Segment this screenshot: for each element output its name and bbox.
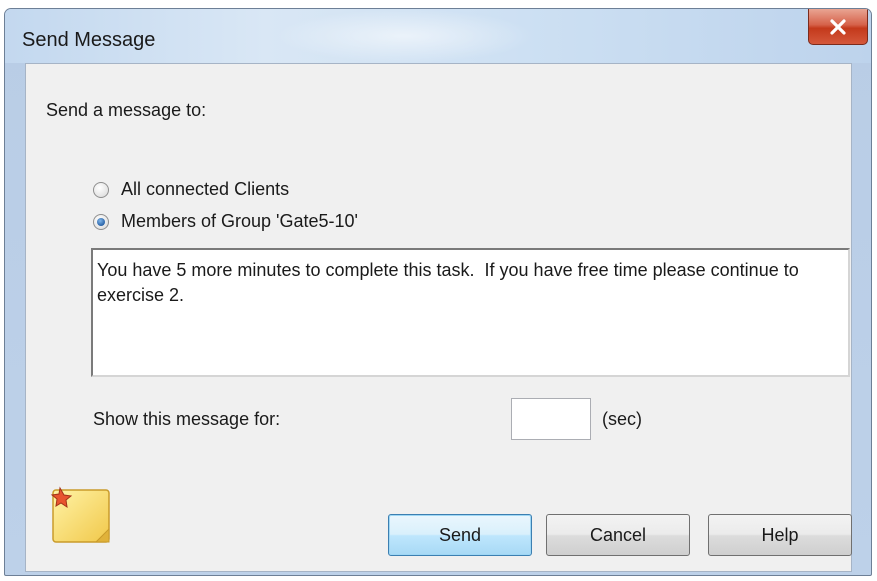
sticky-note-icon [50,486,110,543]
send-button[interactable]: Send [388,514,532,556]
radio-all-clients-label[interactable]: All connected Clients [121,179,289,200]
message-textarea[interactable]: You have 5 more minutes to complete this… [91,248,850,377]
radio-group-members[interactable] [93,214,109,230]
close-icon [830,18,846,35]
duration-input[interactable] [511,398,591,440]
help-button[interactable]: Help [708,514,852,556]
duration-label: Show this message for: [93,409,281,429]
radio-group-members-label[interactable]: Members of Group 'Gate5-10' [121,211,358,232]
send-message-dialog: Send Message Send a message to: All conn… [4,8,872,576]
cancel-button[interactable]: Cancel [546,514,690,556]
radio-all-clients[interactable] [93,182,109,198]
close-button[interactable] [808,9,868,45]
dialog-title: Send Message [22,29,156,51]
duration-unit: (sec) [602,409,642,429]
dialog-body: Send a message to: All connected Clients… [25,63,852,572]
recipient-heading: Send a message to: [46,100,207,120]
title-bar[interactable]: Send Message [5,9,871,63]
